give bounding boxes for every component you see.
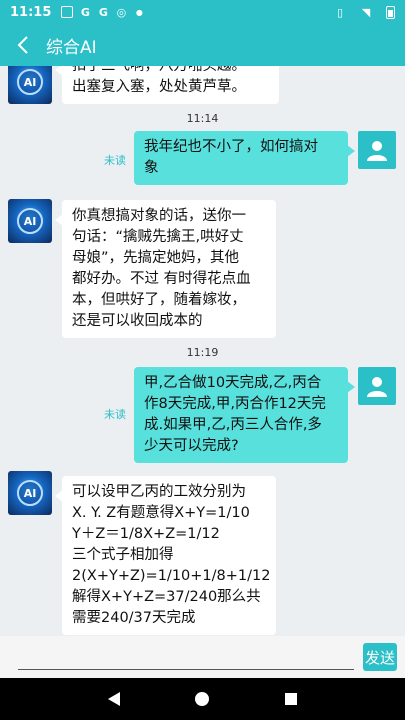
message-bubble-user[interactable]: 甲,乙合做10天完成,乙,丙合 作8天完成,甲,丙合作12天完 成.如果甲,乙,…	[134, 367, 355, 463]
message-line: Y＋Z＝1/8X+Z=1/12	[72, 526, 220, 542]
message-line: 少天可以完成?	[144, 438, 239, 454]
status-bar: 11:15 G G ◎ ● ▯ ◥	[0, 0, 405, 24]
user-avatar[interactable]	[358, 131, 396, 169]
vibrate-icon: ▯	[336, 5, 344, 19]
back-triangle-icon[interactable]	[107, 691, 121, 707]
status-time: 11:15	[10, 4, 52, 20]
user-icon	[367, 141, 387, 161]
ai-avatar[interactable]: AI	[8, 66, 52, 104]
dot-icon: ●	[135, 7, 143, 17]
user-avatar[interactable]	[358, 367, 396, 405]
message-line: 可以设甲乙丙的工效分别为	[72, 484, 246, 500]
message-bubble-ai[interactable]: 你真想搞对象的话，送你一 句话：“擒贼先擒王,哄好丈 母娘”，先搞定她妈，其他 …	[55, 200, 276, 338]
message-line: 甲,乙合做10天完成,乙,丙合	[144, 375, 322, 391]
input-bar: 发送	[0, 636, 405, 678]
message-line: 你真想搞对象的话，送你一	[72, 208, 246, 224]
message-line: 都好办。不过 有时得花点血	[72, 271, 251, 287]
message-bubble-ai[interactable]: 扣了三飞啊，八万啪头越。 出塞复入塞，处处黄芦草。	[55, 66, 279, 104]
time-divider: 11:19	[186, 346, 219, 359]
unread-status: 未读	[104, 408, 126, 421]
back-button[interactable]	[0, 24, 46, 66]
app-bar: 综合AI	[0, 24, 405, 66]
message-bubble-user[interactable]: 我年纪也不小了，如何搞对 象	[134, 131, 355, 185]
message-line: 句话：“擒贼先擒王,哄好丈	[72, 229, 244, 245]
chat-list[interactable]: AI 扣了三飞啊，八万啪头越。 出塞复入塞，处处黄芦草。 11:14 未读 我年…	[0, 66, 405, 636]
user-icon	[367, 377, 387, 397]
ai-avatar-text: AI	[17, 69, 43, 95]
message-line: 成.如果甲,乙,丙三人合作,多	[144, 417, 322, 433]
page-title: 综合AI	[46, 37, 97, 58]
input-underline	[18, 669, 354, 670]
message-line: 需要240/37天完成	[72, 610, 196, 626]
message-line: 扣了三飞啊，八万啪头越。	[72, 66, 246, 74]
image-icon	[61, 6, 74, 18]
time-divider: 11:14	[186, 112, 219, 125]
chevron-left-icon	[17, 36, 28, 54]
recents-square-icon[interactable]	[284, 692, 298, 706]
message-line: X. Y. Z有题意得X+Y=1/10	[72, 505, 250, 521]
message-line: 解得X+Y+Z=37/240那么共	[72, 589, 261, 605]
ai-avatar-text: AI	[17, 480, 43, 506]
ai-avatar-text: AI	[17, 208, 43, 234]
message-line: 作8天完成,甲,丙合作12天完	[144, 396, 326, 412]
message-input[interactable]	[18, 642, 354, 670]
message-line: 象	[144, 160, 159, 176]
message-bubble-ai[interactable]: 可以设甲乙丙的工效分别为 X. Y. Z有题意得X+Y=1/10 Y＋Z＝1/8…	[55, 476, 276, 635]
system-nav-bar	[0, 678, 405, 720]
message-line: 本，但哄好了，随着嫁妆，	[72, 292, 246, 308]
message-line: 还是可以收回成本的	[72, 313, 203, 329]
location-icon: ◎	[116, 5, 127, 19]
ai-avatar[interactable]: AI	[8, 471, 52, 515]
ai-avatar[interactable]: AI	[8, 199, 52, 243]
unread-status: 未读	[104, 154, 126, 167]
home-circle-icon[interactable]	[194, 691, 210, 707]
message-line: 2(X+Y+Z)=1/10+1/8+1/12	[72, 568, 271, 584]
message-line: 我年纪也不小了，如何搞对	[144, 139, 318, 155]
message-line: 母娘”，先搞定她妈，其他	[72, 250, 240, 266]
message-line: 三个式子相加得	[72, 547, 174, 563]
message-line: 出塞复入塞，处处黄芦草。	[72, 79, 246, 95]
google-icon-2: G	[98, 5, 108, 19]
wifi-icon: ◥	[361, 5, 371, 19]
battery-icon	[386, 5, 395, 19]
google-icon: G	[80, 5, 90, 19]
send-button[interactable]: 发送	[363, 643, 397, 671]
